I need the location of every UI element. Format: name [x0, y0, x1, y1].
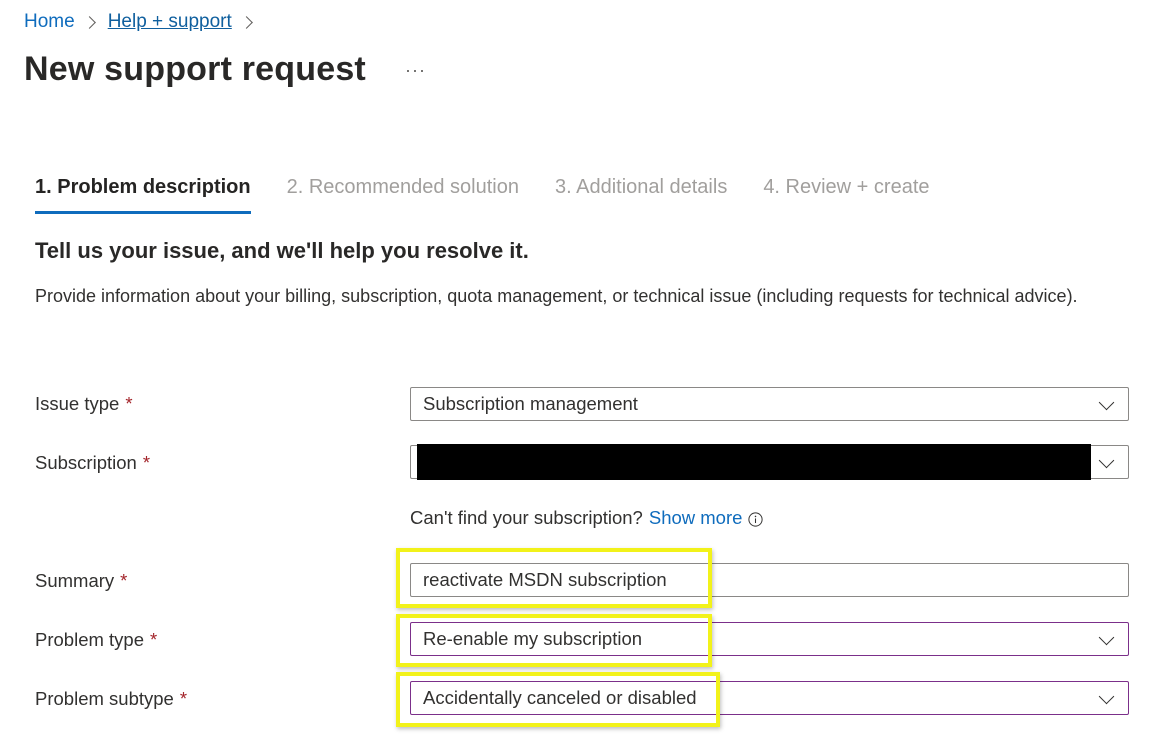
- tab-problem-description[interactable]: 1. Problem description: [35, 176, 251, 214]
- subscription-label-text: Subscription: [35, 452, 137, 473]
- problem-subtype-dropdown[interactable]: Accidentally canceled or disabled: [410, 681, 1129, 715]
- section-heading: Tell us your issue, and we'll help you r…: [35, 238, 529, 263]
- show-more-link[interactable]: Show more: [649, 507, 743, 529]
- tab-additional-details[interactable]: 3. Additional details: [555, 176, 727, 214]
- problem-subtype-value: Accidentally canceled or disabled: [423, 687, 697, 708]
- tab-recommended-solution[interactable]: 2. Recommended solution: [287, 176, 519, 214]
- page-title: New support request: [24, 50, 366, 88]
- chevron-right-icon: [82, 15, 96, 29]
- subscription-label: Subscription *: [35, 452, 150, 474]
- problem-type-label-text: Problem type: [35, 629, 144, 650]
- issue-type-label: Issue type *: [35, 393, 133, 415]
- problem-subtype-label-text: Problem subtype: [35, 688, 174, 709]
- subscription-help-text: Can't find your subscription?: [410, 507, 643, 528]
- summary-input[interactable]: reactivate MSDN subscription: [410, 563, 1129, 597]
- breadcrumb-home-link[interactable]: Home: [24, 11, 75, 33]
- summary-label: Summary *: [35, 570, 127, 592]
- chevron-right-icon: [239, 15, 253, 29]
- required-marker: *: [125, 393, 133, 414]
- chevron-down-icon: [1098, 629, 1115, 646]
- wizard-tabs: 1. Problem description 2. Recommended so…: [35, 176, 966, 214]
- issue-type-value: Subscription management: [423, 393, 638, 414]
- required-marker: *: [120, 570, 128, 591]
- subscription-dropdown[interactable]: [410, 444, 1129, 480]
- breadcrumb-help-link[interactable]: Help + support: [108, 11, 232, 33]
- more-options-button[interactable]: ···: [405, 60, 426, 81]
- summary-value: reactivate MSDN subscription: [423, 569, 667, 590]
- info-icon[interactable]: [748, 511, 764, 527]
- problem-type-value: Re-enable my subscription: [423, 628, 643, 649]
- subscription-help: Can't find your subscription? Show more: [410, 507, 764, 529]
- chevron-down-icon: [1098, 688, 1115, 705]
- section-description: Provide information about your billing, …: [35, 286, 1078, 306]
- problem-type-dropdown[interactable]: Re-enable my subscription: [410, 622, 1129, 656]
- issue-type-label-text: Issue type: [35, 393, 120, 414]
- required-marker: *: [150, 629, 158, 650]
- problem-type-label: Problem type *: [35, 629, 157, 651]
- required-marker: *: [179, 688, 188, 709]
- problem-subtype-label: Problem subtype *: [35, 688, 187, 710]
- issue-type-dropdown[interactable]: Subscription management: [410, 387, 1129, 421]
- summary-label-text: Summary: [35, 570, 115, 591]
- chevron-down-icon: [1098, 452, 1115, 469]
- required-marker: *: [142, 452, 151, 473]
- breadcrumb: Home Help + support: [24, 9, 265, 35]
- tab-review-create[interactable]: 4. Review + create: [763, 176, 929, 214]
- redaction-block: [417, 444, 1091, 480]
- chevron-down-icon: [1098, 394, 1115, 411]
